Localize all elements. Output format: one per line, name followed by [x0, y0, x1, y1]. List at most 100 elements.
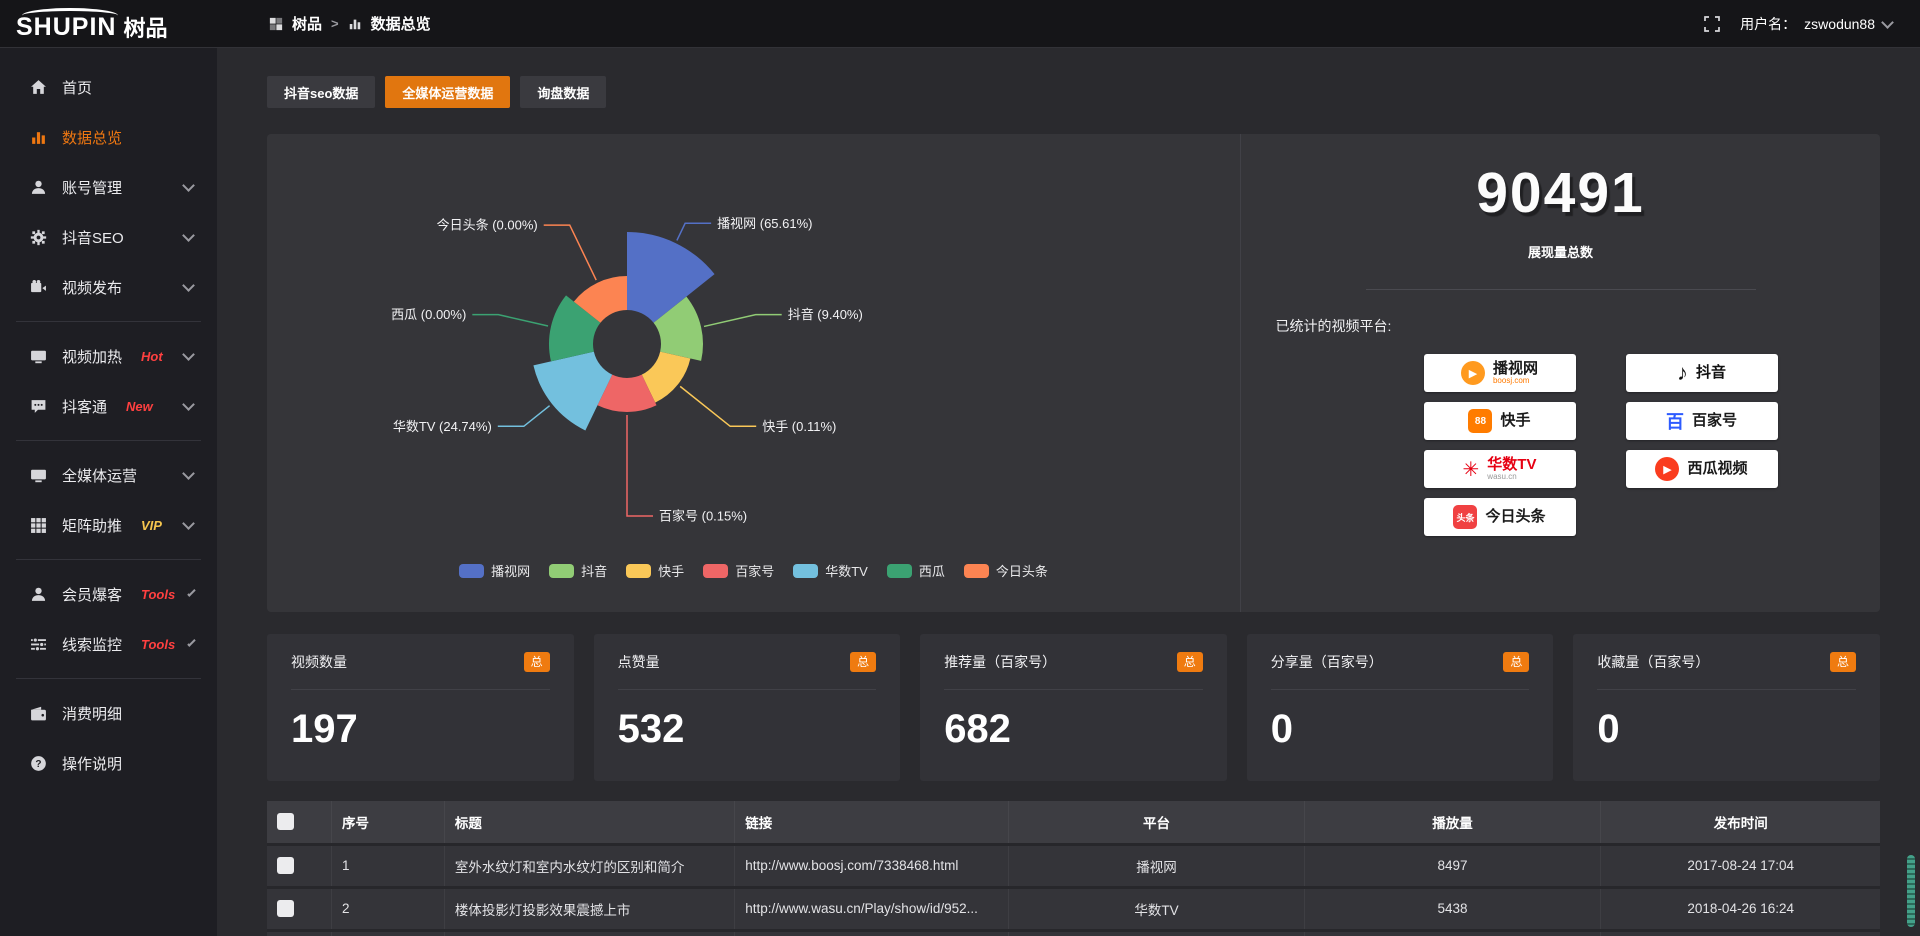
user-menu[interactable]: 用户名：zswodun88 [1740, 14, 1892, 34]
breadcrumb-root[interactable]: 树品 [292, 13, 322, 34]
sidebar-item-video-publish[interactable]: 视频发布 [0, 262, 217, 312]
platform-badge-label: 西瓜视频 [1687, 461, 1747, 477]
column-header-1: 标题 [444, 801, 734, 844]
pie-label: 西瓜 (0.00%) [391, 307, 466, 322]
sidebar-item-home[interactable]: 首页 [0, 62, 217, 112]
toutiao-logo-icon: 头条 [1453, 505, 1477, 529]
breadcrumb: 树品 > 数据总览 [269, 13, 431, 34]
sidebar-item-matrix-boost[interactable]: 矩阵助推VIP [0, 500, 217, 550]
legend-chip [793, 564, 818, 578]
legend-item-快手[interactable]: 快手 [626, 561, 684, 580]
douyin-logo-icon: ♪ [1677, 360, 1688, 386]
stat-card-value: 0 [1597, 707, 1856, 752]
cell-platform: 华数TV [1009, 887, 1304, 930]
app-logo[interactable]: SHUPIN 树品 [16, 7, 167, 40]
videos-table: 序号标题链接平台播放量发布时间 1室外水纹灯和室内水纹灯的区别和简介http:/… [267, 801, 1880, 936]
pie-slice-华数TV[interactable] [533, 352, 612, 431]
column-header-5: 发布时间 [1601, 801, 1880, 844]
cell-link[interactable]: http://www.boosj.com/7338468.html [735, 844, 1009, 887]
sidebar-item-douyin-seo[interactable]: 抖音SEO [0, 212, 217, 262]
breadcrumb-current[interactable]: 数据总览 [371, 13, 431, 34]
sidebar-item-media-ops[interactable]: 全媒体运营 [0, 450, 217, 500]
chevron-down-icon [187, 588, 195, 596]
legend-item-百家号[interactable]: 百家号 [703, 561, 774, 580]
legend-item-今日头条[interactable]: 今日头条 [964, 561, 1048, 580]
sidebar-item-label: 操作说明 [62, 753, 122, 774]
svg-text:?: ? [35, 758, 41, 769]
stat-card-value: 197 [291, 707, 550, 752]
breadcrumb-separator: > [331, 16, 339, 31]
cell-link[interactable]: http://www.wasu.cn/Play/show/id/952... [735, 887, 1009, 930]
username-label: 用户名： [1740, 14, 1796, 34]
legend-label: 播视网 [491, 561, 530, 580]
legend-chip [964, 564, 989, 578]
sidebar-item-data-overview[interactable]: 数据总览 [0, 112, 217, 162]
pie-label-line [704, 315, 782, 327]
rose-pie-chart: 播视网 (65.61%)抖音 (9.40%)快手 (0.11%)百家号 (0.1… [267, 148, 1240, 548]
cell-title[interactable]: 楼体投影灯投影效果震撼上市 [444, 887, 734, 930]
platforms-label: 已统计的视频平台: [1276, 316, 1846, 336]
help-icon: ? [30, 755, 47, 772]
sidebar-item-member-boom[interactable]: 会员爆客Tools [0, 569, 217, 619]
sidebar-item-help[interactable]: ? 操作说明 [0, 738, 217, 788]
stat-card-header: 推荐量（百家号）总 [944, 634, 1203, 690]
table-body: 1室外水纹灯和室内水纹灯的区别和简介http://www.boosj.com/7… [267, 844, 1880, 936]
monitor-icon [30, 348, 47, 365]
legend-item-播视网[interactable]: 播视网 [459, 561, 530, 580]
top-navbar: SHUPIN 树品 树品 > 数据总览 用户名：zswodun88 [0, 0, 1920, 48]
legend-label: 百家号 [735, 561, 774, 580]
kuaishou-logo-icon: 88 [1468, 409, 1492, 433]
tab-douyin-seo-data[interactable]: 抖音seo数据 [267, 76, 375, 108]
logo-text-cn: 树品 [123, 17, 167, 40]
total-badge: 总 [524, 652, 550, 672]
pie-label-line [544, 225, 596, 280]
legend-item-西瓜[interactable]: 西瓜 [887, 561, 945, 580]
page-scrollbar-thumb[interactable] [1907, 855, 1915, 927]
stat-card-value: 532 [618, 707, 877, 752]
cell-title[interactable]: 室外水纹灯和室内水纹灯的区别和简介 [444, 844, 734, 887]
total-impressions-label: 展现量总数 [1528, 242, 1593, 261]
user-icon [30, 179, 47, 196]
platform-badge-toutiao: 头条今日头条 [1424, 498, 1576, 536]
row-select-cell [267, 844, 332, 887]
chevron-down-icon [182, 398, 195, 411]
home-icon [30, 79, 47, 96]
sliders-icon [30, 636, 47, 653]
sidebar-item-label: 全媒体运营 [62, 465, 137, 486]
stat-card-header: 视频数量总 [291, 634, 550, 690]
pie-label-line [680, 386, 756, 426]
table-header-row: 序号标题链接平台播放量发布时间 [267, 801, 1880, 844]
chat-icon [30, 398, 47, 415]
legend-item-抖音[interactable]: 抖音 [549, 561, 607, 580]
row-select-cell [267, 930, 332, 936]
row-checkbox[interactable] [277, 857, 294, 874]
wallet-icon [30, 705, 47, 722]
cell-num: 1 [332, 844, 445, 887]
chevron-down-icon [182, 348, 195, 361]
row-checkbox[interactable] [277, 900, 294, 917]
table-row-2: 2楼体投影灯投影效果震撼上市http://www.wasu.cn/Play/sh… [267, 887, 1880, 930]
sidebar-item-douketong[interactable]: 抖客通New [0, 381, 217, 431]
sidebar-item-label: 数据总览 [62, 127, 122, 148]
sidebar-item-consume-detail[interactable]: 消费明细 [0, 688, 217, 738]
main-content: 抖音seo数据全媒体运营数据询盘数据 播视网 (65.61%)抖音 (9.40%… [217, 48, 1920, 936]
tab-media-ops-data[interactable]: 全媒体运营数据 [385, 76, 510, 108]
select-all-checkbox[interactable] [277, 813, 294, 830]
chevron-down-icon [182, 279, 195, 292]
tab-inquiry-data[interactable]: 询盘数据 [520, 76, 606, 108]
fullscreen-icon[interactable] [1704, 16, 1720, 32]
legend-chip [459, 564, 484, 578]
total-badge: 总 [1503, 652, 1529, 672]
sidebar-item-account[interactable]: 账号管理 [0, 162, 217, 212]
table-head: 序号标题链接平台播放量发布时间 [267, 801, 1880, 844]
pie-label: 快手 (0.11%) [762, 419, 836, 434]
platform-badge-text: 播视网boosj.com [1493, 361, 1538, 385]
pie-label: 今日头条 (0.00%) [437, 218, 538, 233]
cell-empty [1601, 930, 1880, 936]
cell-platform: 播视网 [1009, 844, 1304, 887]
platform-badge-label: 今日头条 [1485, 509, 1545, 525]
legend-item-华数TV[interactable]: 华数TV [793, 561, 868, 580]
platform-badge-douyin: ♪抖音 [1626, 354, 1778, 392]
sidebar-item-video-heat[interactable]: 视频加热Hot [0, 331, 217, 381]
sidebar-item-clue-monitor[interactable]: 线索监控Tools [0, 619, 217, 669]
